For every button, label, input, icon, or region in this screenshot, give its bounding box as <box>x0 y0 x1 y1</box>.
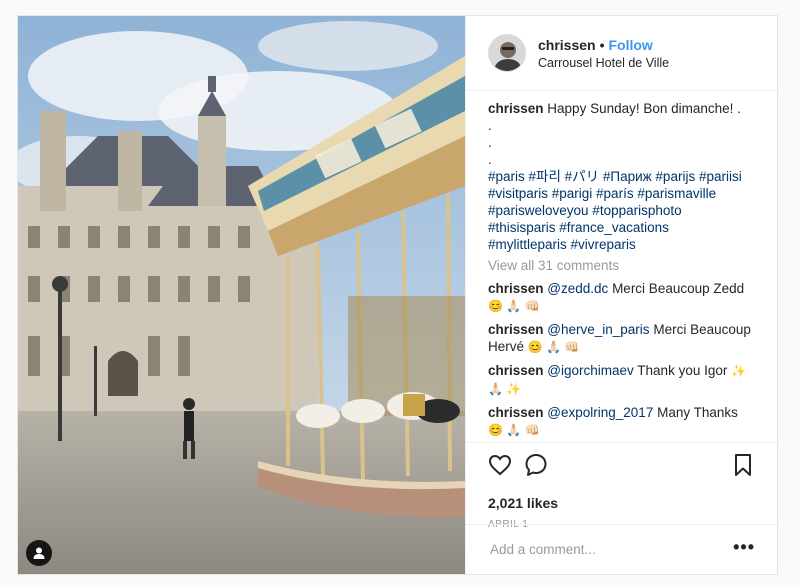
hashtag-line[interactable]: #visitparis #parigi #parís #parismaville <box>488 185 760 202</box>
comments-list[interactable]: chrissen Happy Sunday! Bon dimanche! . .… <box>488 100 760 440</box>
comment-item: chrissen @herve_in_paris Merci Beaucoup … <box>488 321 760 356</box>
comment-mention[interactable]: @expolring_2017 <box>547 405 653 420</box>
header-username-row: chrissen • Follow <box>538 37 653 53</box>
add-comment-bar: ••• <box>466 524 777 574</box>
speech-bubble-icon[interactable] <box>524 453 548 477</box>
comment-username[interactable]: chrissen <box>488 281 544 296</box>
comment-username[interactable]: chrissen <box>488 363 544 378</box>
post-sidebar: chrissen • Follow Carrousel Hotel de Ville… <box>465 16 777 574</box>
more-options-icon[interactable]: ••• <box>733 537 755 558</box>
comment-text: Thank you Igor <box>637 363 728 378</box>
heart-icon[interactable] <box>488 453 512 477</box>
caption-username[interactable]: chrissen <box>488 101 544 116</box>
comment-mention[interactable]: @igorchimaev <box>547 363 633 378</box>
post-header: chrissen • Follow Carrousel Hotel de Ville <box>466 16 777 91</box>
comment-text: Many Thanks <box>657 405 738 420</box>
add-comment-input[interactable] <box>488 541 722 558</box>
comment-mention[interactable]: @zedd.dc <box>547 281 608 296</box>
comment-item: chrissen @igorchimaev Thank you Igor ✨ 🙏… <box>488 362 760 398</box>
separator-dot: • <box>599 37 605 53</box>
caption-dot: . <box>488 118 492 133</box>
post-card: chrissen • Follow Carrousel Hotel de Ville… <box>17 15 778 575</box>
comment-username[interactable]: chrissen <box>488 405 544 420</box>
comment-emoji: 😊 🙏🏻 👊🏻 <box>488 423 540 437</box>
comment-emoji: 😊 🙏🏻 👊🏻 <box>527 340 580 354</box>
comment-text: Merci Beaucoup Zedd <box>612 281 745 296</box>
user-tag-icon[interactable] <box>26 540 52 566</box>
location-link[interactable]: Carrousel Hotel de Ville <box>538 56 669 70</box>
caption-dot: . <box>488 135 492 150</box>
comment-username[interactable]: chrissen <box>488 322 544 337</box>
comment-item: chrissen @expolring_2017 Many Thanks 😊 🙏… <box>488 404 760 439</box>
bookmark-icon[interactable] <box>731 453 755 477</box>
post-photo[interactable] <box>18 16 465 574</box>
carousel-scene-illustration <box>18 16 465 574</box>
hashtag-line[interactable]: #paris #파리 #パリ #Париж #parijs #pariisi <box>488 168 760 185</box>
caption: chrissen Happy Sunday! Bon dimanche! . <box>488 100 760 117</box>
comment-item: chrissen @zedd.dc Merci Beaucoup Zedd 😊 … <box>488 280 760 315</box>
hashtag-line[interactable]: #parisweloveyou #topparisphoto <box>488 202 760 219</box>
hashtag-line[interactable]: #mylittleparis #vivreparis <box>488 236 760 253</box>
caption-text: Happy Sunday! Bon dimanche! . <box>547 101 741 116</box>
likes-count[interactable]: 2,021 likes <box>488 495 558 511</box>
follow-button[interactable]: Follow <box>609 37 653 53</box>
username-link[interactable]: chrissen <box>538 37 596 53</box>
caption-dot: . <box>488 152 492 167</box>
view-all-comments-link[interactable]: View all 31 comments <box>488 257 760 274</box>
avatar[interactable] <box>488 34 526 72</box>
hashtag-line[interactable]: #thisisparis #france_vacations <box>488 219 760 236</box>
comment-mention[interactable]: @herve_in_paris <box>547 322 649 337</box>
comment-emoji: 😊 🙏🏻 👊🏻 <box>488 299 540 313</box>
